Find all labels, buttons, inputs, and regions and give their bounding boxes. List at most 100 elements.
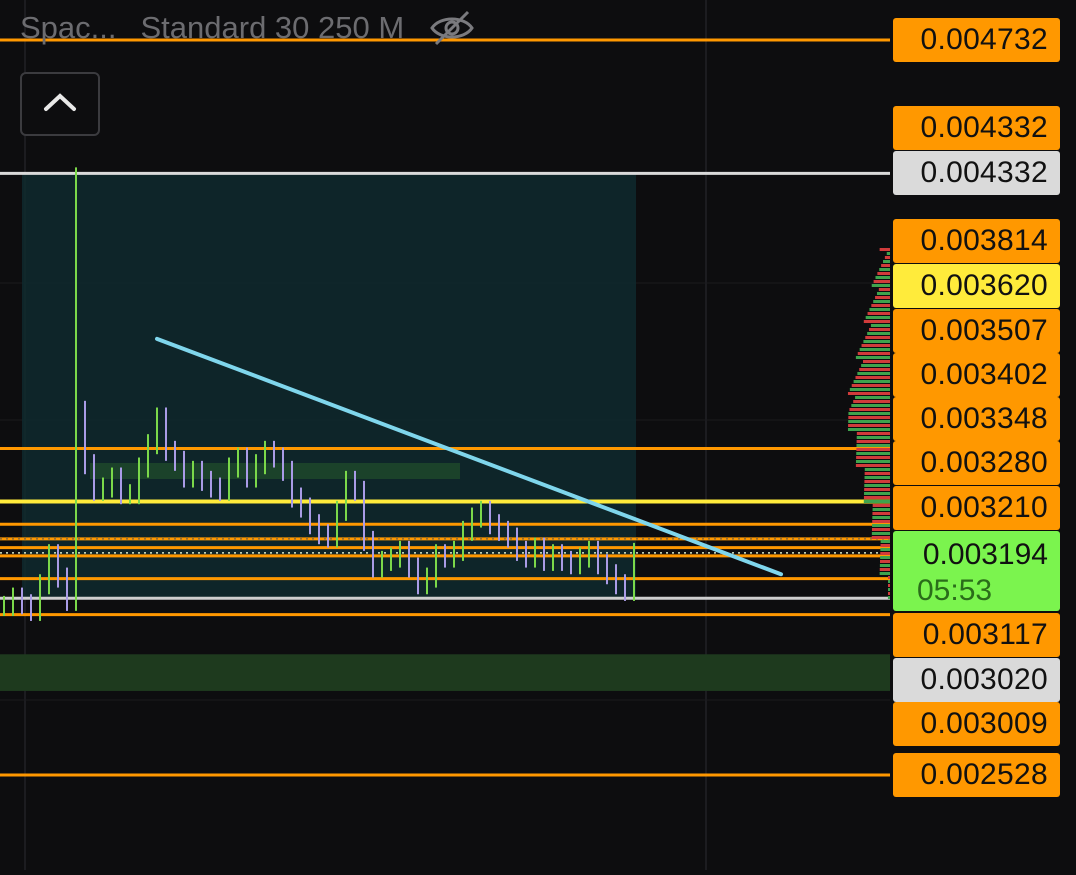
volume-profile-bar xyxy=(881,264,890,267)
volume-profile-bar xyxy=(880,544,890,547)
volume-profile-bar xyxy=(888,588,890,591)
volume-profile-bar xyxy=(855,356,890,359)
volume-profile-bar xyxy=(873,280,890,283)
volume-profile-bar xyxy=(888,584,890,587)
volume-profile-bar xyxy=(861,344,890,347)
volume-profile-bar xyxy=(856,460,890,463)
volume-profile-bar xyxy=(888,576,890,579)
volume-profile-bar xyxy=(856,432,890,435)
price-scale-badge[interactable]: 0.003348 xyxy=(893,397,1060,441)
volume-profile-bar xyxy=(859,348,890,351)
volume-profile-bar xyxy=(855,376,890,379)
volume-profile-bar xyxy=(856,444,890,447)
volume-profile-bar xyxy=(849,388,890,391)
volume-profile-bar xyxy=(863,500,890,503)
indicator-params[interactable]: Standard 30 250 M xyxy=(141,10,405,46)
volume-profile-bar xyxy=(883,260,890,263)
volume-profile-bar xyxy=(872,520,890,523)
volume-profile-bar xyxy=(865,336,890,339)
volume-profile-bar xyxy=(863,360,890,363)
volume-profile-bar xyxy=(863,496,890,499)
price-scale-badge[interactable]: 0.004332 xyxy=(893,151,1060,195)
volume-profile-bar xyxy=(876,292,890,295)
volume-profile-bar xyxy=(863,320,890,323)
volume-profile-bar xyxy=(851,404,890,407)
volume-profile-bar xyxy=(867,312,890,315)
volume-profile-bar xyxy=(855,464,890,467)
current-price-badge: 0.003194 05:53 xyxy=(893,531,1060,611)
volume-profile-bar xyxy=(875,276,890,279)
volume-profile-bar xyxy=(872,508,890,511)
volume-profile-bar xyxy=(864,480,890,483)
volume-profile-bar xyxy=(856,440,890,443)
volume-profile-bar xyxy=(848,416,890,419)
volume-profile-bar xyxy=(872,504,890,507)
volume-profile-bar xyxy=(888,580,890,583)
eye-slash-icon[interactable] xyxy=(428,8,476,48)
volume-profile-bar xyxy=(855,396,890,399)
volume-profile-bar xyxy=(880,548,890,551)
indicator-legend[interactable]: Spac... Standard 30 250 M xyxy=(20,8,476,48)
volume-profile-bar xyxy=(861,364,890,367)
volume-profile-bar xyxy=(857,352,890,355)
volume-profile-bar xyxy=(884,256,890,259)
volume-profile-bar xyxy=(875,296,890,299)
volume-profile-bar xyxy=(856,436,890,439)
volume-profile-bar xyxy=(887,596,890,599)
volume-profile-bar xyxy=(879,268,890,271)
volume-profile-bar xyxy=(879,572,890,575)
collapse-legend-button[interactable] xyxy=(20,72,100,136)
volume-profile-bar xyxy=(870,324,890,327)
volume-profile-bar xyxy=(864,468,890,471)
volume-profile-bar xyxy=(848,420,890,423)
volume-profile-bar xyxy=(865,316,890,319)
volume-profile-bar xyxy=(849,408,890,411)
volume-profile-bar xyxy=(872,524,890,527)
price-scale-badge[interactable]: 0.003020 xyxy=(893,658,1060,702)
volume-profile-bar xyxy=(856,452,890,455)
volume-profile-bar xyxy=(853,400,890,403)
volume-profile-bar xyxy=(880,560,890,563)
volume-profile-bar xyxy=(864,472,890,475)
price-scale-badge[interactable]: 0.003117 xyxy=(893,613,1060,657)
volume-profile-bar xyxy=(859,368,890,371)
price-scale-badge[interactable]: 0.003280 xyxy=(893,441,1060,485)
volume-profile-bar xyxy=(863,340,890,343)
volume-profile-bar xyxy=(879,564,890,567)
volume-profile-bar xyxy=(880,552,890,555)
volume-profile-bar xyxy=(869,328,890,331)
price-scale-badge[interactable]: 0.003814 xyxy=(893,219,1060,263)
volume-profile-bar xyxy=(847,392,890,395)
price-scale-badge[interactable]: 0.003620 xyxy=(893,264,1060,308)
volume-profile-bar xyxy=(886,252,890,255)
volume-profile-bar xyxy=(873,300,890,303)
price-scale-badge[interactable]: 0.004332 xyxy=(893,106,1060,150)
price-scale-badge[interactable]: 0.003210 xyxy=(893,486,1060,530)
volume-profile-bar xyxy=(888,592,890,595)
volume-profile-bar xyxy=(864,476,890,479)
price-scale-badge[interactable]: 0.004732 xyxy=(893,18,1060,62)
volume-profile-bar xyxy=(848,424,890,427)
chevron-up-icon xyxy=(43,92,77,117)
volume-profile-bar xyxy=(871,532,890,535)
demand-zone xyxy=(0,654,890,691)
volume-profile-bar xyxy=(864,484,890,487)
price-scale-badge[interactable]: 0.003009 xyxy=(893,702,1060,746)
price-scale-badge[interactable]: 0.003507 xyxy=(893,309,1060,353)
indicator-name[interactable]: Spac... xyxy=(20,10,117,46)
volume-profile-bar xyxy=(864,492,890,495)
volume-profile-bar xyxy=(872,512,890,515)
volume-profile-bar xyxy=(847,428,890,431)
volume-profile-bar xyxy=(879,568,890,571)
volume-profile-bar xyxy=(880,540,890,543)
price-scale-badge[interactable]: 0.003402 xyxy=(893,353,1060,397)
volume-profile-bar xyxy=(878,288,890,291)
volume-profile-bar xyxy=(869,308,890,311)
current-price-label: 0.003194 xyxy=(922,538,1048,571)
volume-profile-bar xyxy=(851,384,890,387)
volume-profile-bar xyxy=(856,456,890,459)
volume-profile-bar xyxy=(871,536,890,539)
volume-profile-bar xyxy=(877,272,890,275)
price-scale-badge[interactable]: 0.002528 xyxy=(893,753,1060,797)
volume-profile-bar xyxy=(871,528,890,531)
